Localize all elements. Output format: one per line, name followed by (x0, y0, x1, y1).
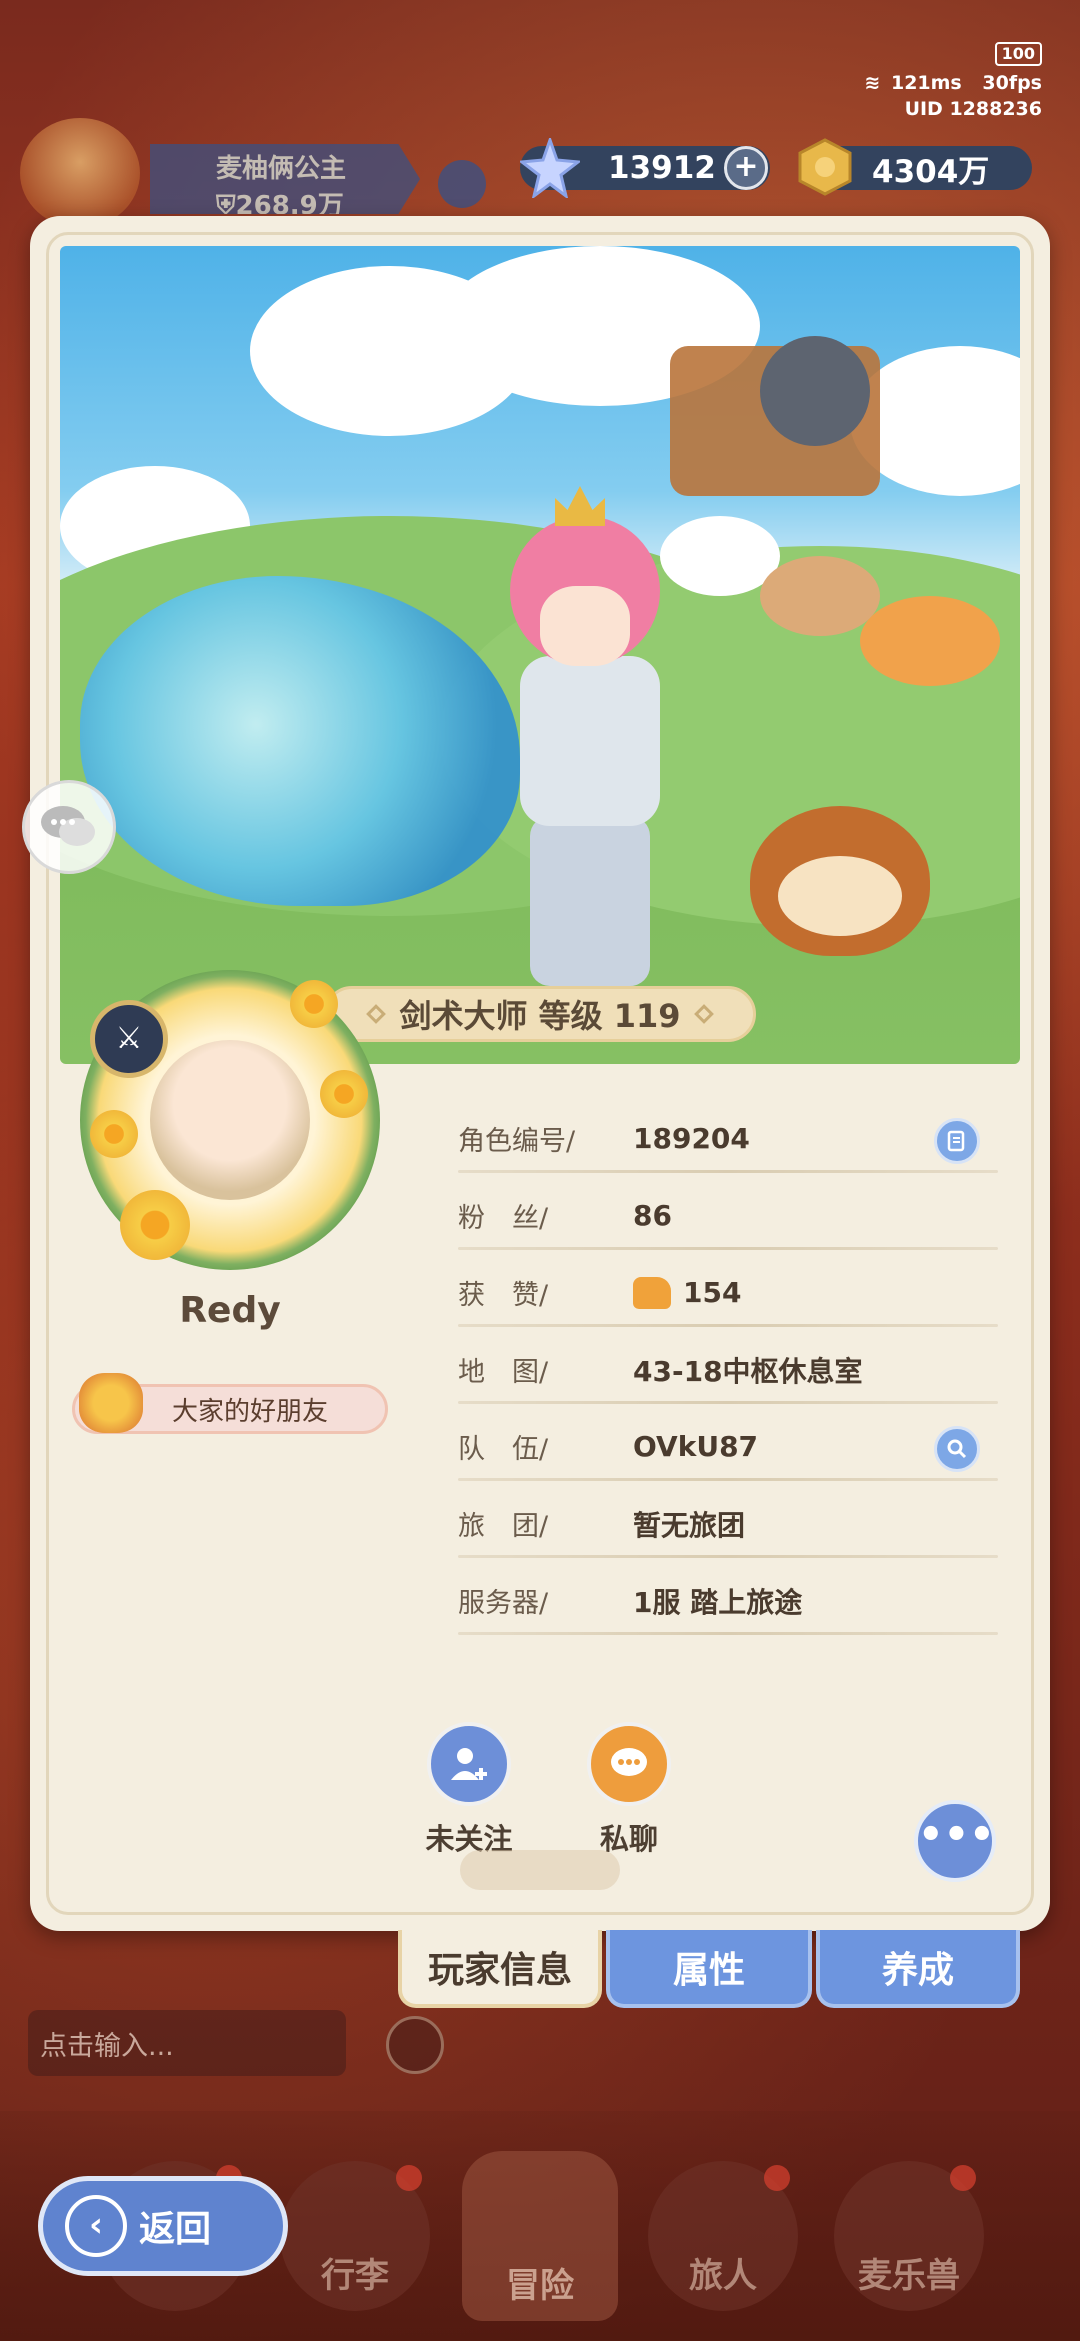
chat-bubble-icon (41, 806, 95, 846)
flower-icon (90, 1110, 138, 1158)
guild-panel: 麦柚俩公主 ⛨268.9万 (150, 144, 420, 214)
nav-traveler[interactable]: 旅人 (648, 2161, 798, 2311)
friends-icon (79, 1373, 143, 1433)
info-label: 获 赞/ (458, 1280, 549, 1311)
battery-indicator: 100 (994, 42, 1042, 66)
info-value: 1服 踏上旅途 (633, 1585, 803, 1619)
nav-luggage-label: 行李 (321, 2256, 389, 2296)
gold-counter: 4304万 (798, 138, 1032, 196)
follow-button[interactable]: 未关注 (414, 1722, 524, 1858)
status-overlay: 100 ≋ 121ms 30fps UID 1288236 (850, 40, 1042, 122)
player-name: Redy (179, 1290, 281, 1331)
info-value: 86 (633, 1199, 672, 1232)
info-row-server: 服务器/ 1服 踏上旅途 (458, 1562, 998, 1639)
info-row-fans: 粉 丝/ 86 (458, 1177, 998, 1254)
tab-attributes[interactable]: 属性 (606, 1930, 812, 2008)
tab-player-info[interactable]: 玩家信息 (398, 1930, 602, 2008)
more-options-button[interactable]: ••• (914, 1800, 996, 1882)
avatar (150, 1040, 310, 1200)
fps-text: 30fps (982, 72, 1042, 94)
bread-pet (750, 806, 930, 956)
info-row-role-id: 角色编号/ 189204 (458, 1100, 998, 1177)
nav-pets-label: 麦乐兽 (858, 2256, 960, 2296)
info-value: 43-18中枢休息室 (633, 1354, 863, 1388)
info-value: 189204 (633, 1122, 750, 1155)
guild-name: 麦柚俩公主 (216, 154, 347, 184)
back-arrow-icon: ‹ (65, 2195, 127, 2257)
guild-avatar (20, 118, 140, 228)
info-value: 暂无旅团 (633, 1508, 746, 1542)
class-level-text: 剑术大师 等级 119 (399, 997, 681, 1035)
nav-pets[interactable]: 麦乐兽 (834, 2161, 984, 2311)
info-label: 地 图/ (458, 1357, 549, 1388)
character-showcase (60, 246, 1020, 1064)
info-row-map: 地 图/ 43-18中枢休息室 (458, 1331, 998, 1408)
swordsman-class-icon: ⚔ (90, 1000, 168, 1078)
back-label: 返回 (139, 2209, 212, 2250)
emoji-button[interactable] (386, 2016, 444, 2074)
copy-id-button[interactable] (934, 1118, 980, 1164)
info-row-guild: 旅 团/ 暂无旅团 (458, 1485, 998, 1562)
flower-icon (120, 1190, 190, 1260)
search-icon (947, 1439, 967, 1459)
player-character (490, 486, 690, 1006)
gem-amount: 13912 (608, 150, 716, 186)
gem-counter: 13912 + (520, 138, 770, 198)
cat-pet (760, 336, 870, 446)
nav-luggage[interactable]: 行李 (280, 2161, 430, 2311)
chat-icon (587, 1722, 671, 1806)
add-gems-button[interactable]: + (724, 146, 768, 190)
search-team-button[interactable] (934, 1426, 980, 1472)
info-label: 角色编号/ (458, 1126, 576, 1157)
tab-cultivate[interactable]: 养成 (816, 1930, 1020, 2008)
info-label: 队 伍/ (458, 1434, 549, 1465)
profile-info-list: 角色编号/ 189204 粉 丝/ 86 获 赞/ 154 地 图/ 43-18… (458, 1100, 998, 1639)
info-row-team: 队 伍/ OVkU87 (458, 1408, 998, 1485)
private-chat-button[interactable]: 私聊 (574, 1722, 684, 1858)
notification-dot (764, 2165, 790, 2191)
nav-adventure[interactable]: 冒险 (462, 2151, 618, 2321)
info-row-likes: 获 赞/ 154 (458, 1254, 998, 1331)
thumbs-up-icon[interactable] (633, 1276, 671, 1309)
floating-chat-button[interactable] (22, 780, 116, 874)
flower-icon (320, 1070, 368, 1118)
guild-mini-icon[interactable] (438, 160, 486, 208)
back-button[interactable]: ‹ 返回 (38, 2176, 288, 2276)
notification-dot (950, 2165, 976, 2191)
copy-icon (947, 1130, 965, 1152)
info-label: 旅 团/ (458, 1511, 549, 1542)
ping-text: 121ms (890, 72, 962, 94)
player-title-badge[interactable]: 大家的好朋友 (72, 1373, 388, 1434)
gold-amount: 4304万 (872, 153, 990, 190)
notification-dot (396, 2165, 422, 2191)
chat-input[interactable]: 点击输入... (28, 2010, 346, 2076)
add-user-icon (427, 1722, 511, 1806)
diamond-icon (693, 1004, 714, 1024)
info-label: 粉 丝/ (458, 1203, 549, 1234)
player-avatar-frame[interactable]: ⚔ (80, 970, 380, 1270)
wifi-icon: ≋ (864, 72, 881, 94)
decorative-ornament (460, 1850, 620, 1890)
nav-traveler-label: 旅人 (689, 2256, 757, 2296)
uid-text: UID 1288236 (904, 98, 1042, 120)
guild-banner[interactable]: 麦柚俩公主 ⛨268.9万 (20, 118, 420, 228)
flower-icon (290, 980, 338, 1028)
player-title-text: 大家的好朋友 (171, 1396, 328, 1427)
nav-adventure-label: 冒险 (506, 2266, 574, 2306)
info-value: 154 (683, 1276, 742, 1309)
star-gem-icon (520, 138, 580, 198)
info-label: 服务器/ (458, 1588, 549, 1619)
orange-pet (860, 596, 1000, 686)
gold-coin-icon (798, 138, 852, 196)
diamond-icon (366, 1004, 387, 1024)
info-value: OVkU87 (633, 1430, 759, 1463)
brown-pet (760, 556, 880, 636)
class-level-badge: 剑术大师 等级 119 (324, 986, 756, 1042)
